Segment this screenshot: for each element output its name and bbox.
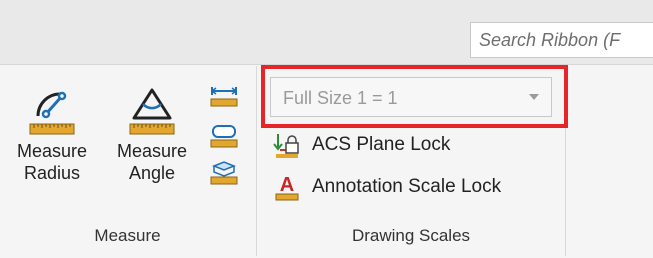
- annotation-scale-lock-icon: A: [272, 172, 302, 202]
- measure-radius-icon: [20, 80, 84, 140]
- measure-distance-icon[interactable]: [208, 84, 240, 110]
- measure-radius-button[interactable]: Measure Radius: [4, 80, 100, 184]
- measure-group-label: Measure: [94, 226, 161, 245]
- acs-plane-lock-icon: [272, 130, 302, 160]
- annotation-scale-lock-button[interactable]: A Annotation Scale Lock: [272, 172, 501, 202]
- search-ribbon-input[interactable]: Search Ribbon (F: [470, 22, 653, 58]
- drawing-scale-value: Full Size 1 = 1: [283, 88, 398, 108]
- annotation-scale-lock-label: Annotation Scale Lock: [312, 176, 502, 197]
- measure-angle-label-1: Measure: [116, 141, 188, 161]
- measure-radius-label-2: Radius: [23, 163, 81, 183]
- measure-angle-icon: [120, 80, 184, 140]
- measure-angle-label-2: Angle: [128, 163, 176, 183]
- group-divider: [565, 66, 566, 256]
- svg-text:A: A: [280, 174, 294, 196]
- drawing-scales-group-label: Drawing Scales: [351, 226, 471, 245]
- measure-radius-label-1: Measure: [16, 141, 88, 161]
- measure-area-icon[interactable]: [208, 124, 240, 150]
- chevron-down-icon: [529, 94, 539, 100]
- measure-volume-icon[interactable]: [208, 160, 240, 186]
- drawing-scale-select[interactable]: Full Size 1 = 1: [270, 77, 552, 117]
- measure-angle-button[interactable]: Measure Angle: [104, 80, 200, 184]
- acs-plane-lock-button[interactable]: ACS Plane Lock: [272, 130, 450, 160]
- acs-plane-lock-label: ACS Plane Lock: [312, 134, 451, 155]
